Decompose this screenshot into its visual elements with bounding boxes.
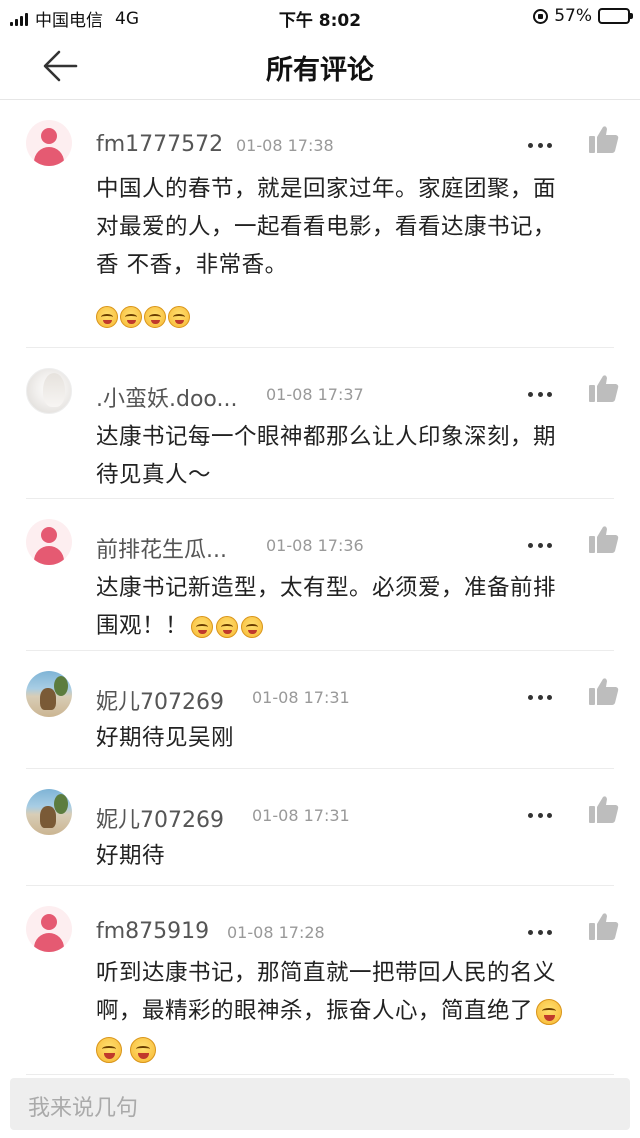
status-right: 57% <box>533 6 633 26</box>
like-button[interactable] <box>588 373 620 403</box>
emoji-row <box>96 306 190 328</box>
more-dots-icon <box>528 929 533 935</box>
comment-timestamp: 01-08 17:37 <box>266 385 364 404</box>
battery-icon <box>598 8 633 24</box>
thumbs-up-icon <box>589 526 619 553</box>
battery-percent: 57% <box>554 6 592 26</box>
emoji-icon <box>120 306 142 328</box>
comment-line: 中国人的春节，就是回家过年。家庭团聚，面 <box>96 176 557 202</box>
comment-timestamp: 01-08 17:31 <box>252 806 350 825</box>
status-bar: 中国电信 4G 下午 8:02 57% <box>0 0 640 32</box>
more-options-button[interactable] <box>528 812 552 818</box>
more-dots-icon <box>528 142 533 148</box>
comment-text: 听到达康书记，那简直就一把带回人民的名义 啊，最精彩的眼神杀，振奋人心，简直绝了 <box>96 954 616 1068</box>
username[interactable]: 妮儿707269 <box>96 684 224 716</box>
thumbs-up-icon <box>589 796 619 823</box>
more-options-button[interactable] <box>528 542 552 548</box>
like-button[interactable] <box>588 124 620 154</box>
comment-item: .小蛮妖.doo... 01-08 17:37 达康书记每一个眼神都那么让人印象深刻… <box>26 348 619 499</box>
user-avatar[interactable] <box>26 368 72 414</box>
emoji-icon <box>130 1036 156 1063</box>
username[interactable]: 前排花生瓜... <box>96 532 227 564</box>
more-options-button[interactable] <box>528 391 552 397</box>
more-dots-icon <box>528 812 533 818</box>
user-avatar[interactable] <box>26 906 72 952</box>
thumbs-up-icon <box>589 375 619 402</box>
more-options-button[interactable] <box>528 929 552 935</box>
comment-line: 好期待见吴刚 <box>96 725 235 751</box>
like-button[interactable] <box>588 524 620 554</box>
more-dots-icon <box>528 391 533 397</box>
nav-bar: 所有评论 <box>0 32 640 100</box>
more-options-button[interactable] <box>528 142 552 148</box>
comment-text: 好期待见吴刚 <box>96 719 616 757</box>
thumbs-up-icon <box>589 126 619 153</box>
emoji-icon <box>536 998 563 1025</box>
comment-item: 妮儿707269 01-08 17:31 好期待见吴刚 <box>26 651 619 769</box>
comment-timestamp: 01-08 17:36 <box>266 536 364 555</box>
like-button[interactable] <box>588 911 620 941</box>
comment-line: 啊，最精彩的眼神杀，振奋人心，简直绝了 <box>96 998 534 1024</box>
comment-text: 达康书记新造型，太有型。必须爱，准备前排 围观！！ <box>96 569 616 645</box>
comment-timestamp: 01-08 17:31 <box>252 688 350 707</box>
orientation-lock-icon <box>533 8 549 24</box>
user-avatar[interactable] <box>26 120 72 166</box>
comment-line: 香 不香，非常香。 <box>96 252 288 278</box>
user-avatar[interactable] <box>26 789 72 835</box>
comment-line-wrap: 啊，最精彩的眼神杀，振奋人心，简直绝了 <box>96 992 616 1030</box>
comment-timestamp: 01-08 17:38 <box>236 136 334 155</box>
comment-text: 好期待 <box>96 837 616 875</box>
username[interactable]: .小蛮妖.doo... <box>96 381 237 413</box>
emoji-icon <box>216 615 239 638</box>
comment-list: fm1777572 01-08 17:38 中国人的春节，就是回家过年。家庭团聚，面… <box>0 100 640 1075</box>
comment-line: 待见真人～ <box>96 462 212 488</box>
username[interactable]: 妮儿707269 <box>96 802 224 834</box>
user-avatar[interactable] <box>26 519 72 565</box>
user-avatar[interactable] <box>26 671 72 717</box>
thumbs-up-icon <box>589 913 619 940</box>
emoji-icon <box>241 615 264 638</box>
like-button[interactable] <box>588 676 620 706</box>
like-button[interactable] <box>588 794 620 824</box>
comment-line: 对最爱的人，一起看看电影，看看达康书记， <box>96 214 557 240</box>
comment-item: fm875919 01-08 17:28 听到达康书记，那简直就一把带回人民的名义啊… <box>26 886 619 1075</box>
comment-item: 前排花生瓜... 01-08 17:36 达康书记新造型，太有型。必须爱，准备前排围… <box>26 499 619 651</box>
comment-line-wrap: 围观！！ <box>96 607 616 645</box>
comment-timestamp: 01-08 17:28 <box>227 923 325 942</box>
comment-input[interactable]: 我来说几句 <box>10 1078 630 1130</box>
emoji-icon <box>96 1036 122 1063</box>
more-dots-icon <box>528 542 533 548</box>
emoji-row <box>96 1030 616 1068</box>
comment-line: 达康书记新造型，太有型。必须爱，准备前排 <box>96 575 557 601</box>
page-title: 所有评论 <box>266 55 374 86</box>
comment-line: 围观！！ <box>96 613 189 639</box>
emoji-icon <box>144 306 166 328</box>
comment-item: fm1777572 01-08 17:38 中国人的春节，就是回家过年。家庭团聚，面… <box>26 100 619 348</box>
thumbs-up-icon <box>589 678 619 705</box>
more-dots-icon <box>528 694 533 700</box>
emoji-icon <box>191 615 214 638</box>
emoji-icon <box>96 306 118 328</box>
comment-line: 达康书记每一个眼神都那么让人印象深刻，期 <box>96 424 557 450</box>
comment-item: 妮儿707269 01-08 17:31 好期待 <box>26 769 619 886</box>
comment-text: 达康书记每一个眼神都那么让人印象深刻，期 待见真人～ <box>96 418 616 494</box>
username[interactable]: fm1777572 <box>96 132 223 157</box>
comment-line: 听到达康书记，那简直就一把带回人民的名义 <box>96 960 557 986</box>
comment-line: 好期待 <box>96 843 166 869</box>
comment-text: 中国人的春节，就是回家过年。家庭团聚，面 对最爱的人，一起看看电影，看看达康书记，… <box>96 170 616 284</box>
more-options-button[interactable] <box>528 694 552 700</box>
emoji-icon <box>168 306 190 328</box>
comment-input-placeholder: 我来说几句 <box>28 1096 139 1121</box>
username[interactable]: fm875919 <box>96 919 209 944</box>
